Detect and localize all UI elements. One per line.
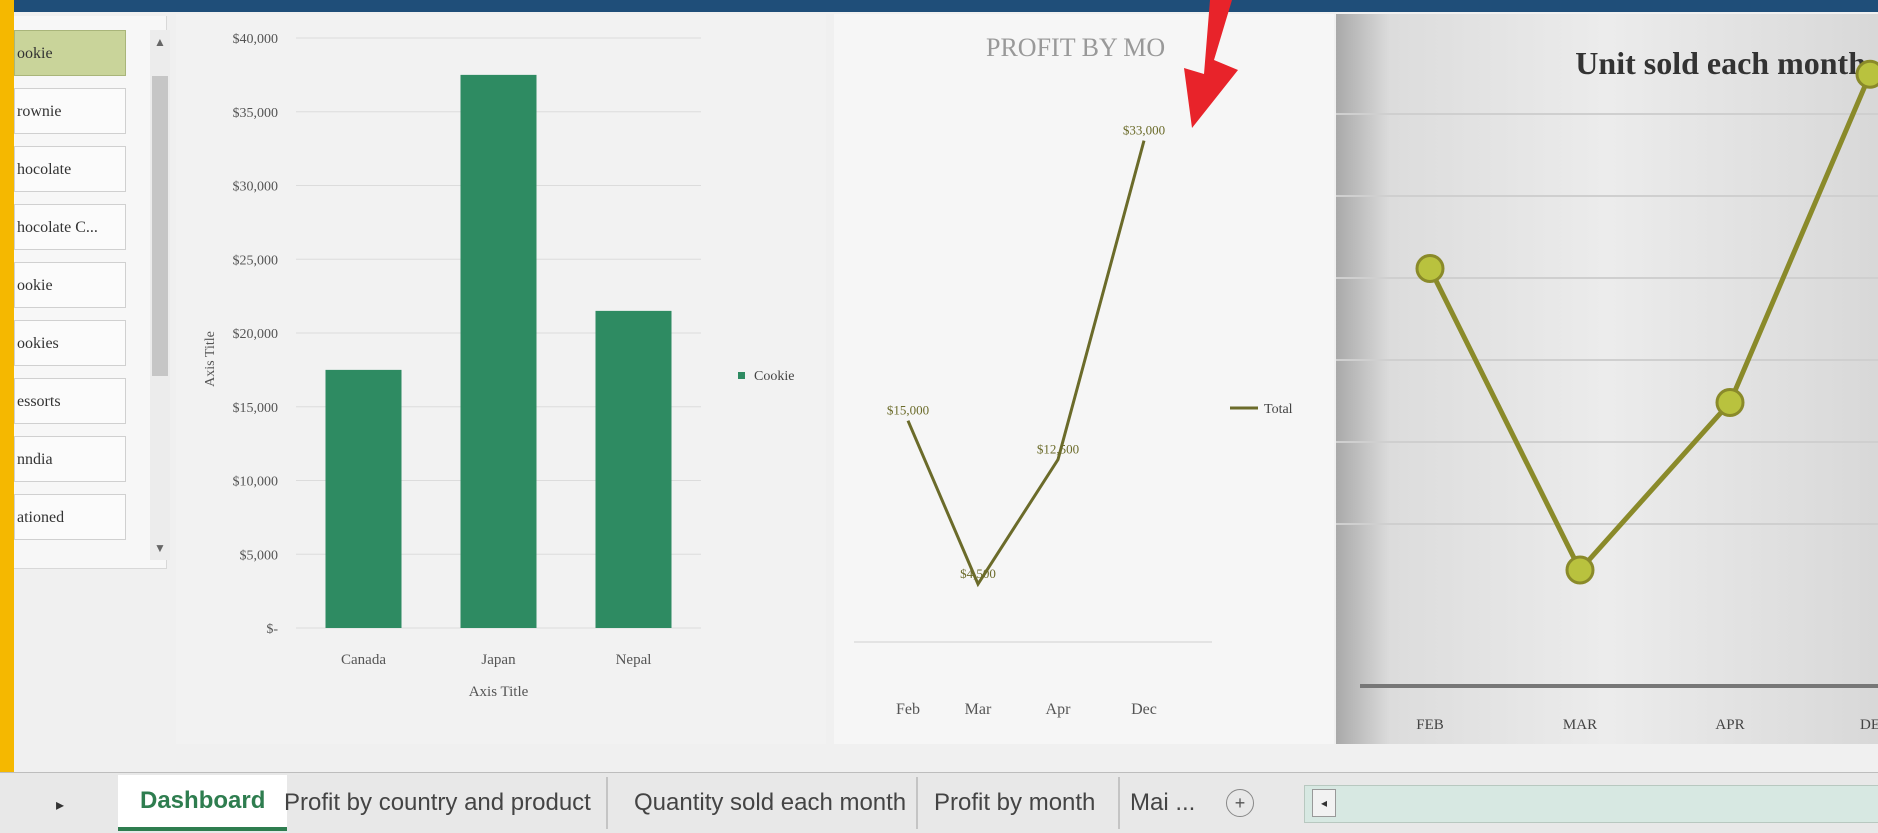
x-tick-label: Mar <box>965 701 992 718</box>
series-line <box>1427 73 1873 575</box>
y-tick-label: $25,000 <box>233 253 279 268</box>
x-tick-label: Feb <box>896 701 920 718</box>
data-point <box>1565 555 1595 585</box>
line-chart-svg: PROFIT BY MO $15,000 Feb $4,500 Mar $12,500 Ap… <box>854 33 1293 718</box>
x-tick-label: APR <box>1715 717 1744 733</box>
y-tick-label: $40,000 <box>233 32 279 47</box>
x-tick-label: Japan <box>481 652 516 668</box>
chart-title: PROFIT BY MO <box>986 33 1165 62</box>
data-label: $12,500 <box>1037 442 1079 457</box>
y-tick-label: $10,000 <box>233 475 279 490</box>
slicer-item[interactable]: rownie <box>14 88 126 134</box>
x-tick-label: MAR <box>1563 717 1597 733</box>
data-point <box>1415 254 1445 283</box>
data-point <box>1855 59 1878 89</box>
x-tick-label: Canada <box>341 652 386 668</box>
scroll-up-icon[interactable]: ▲ <box>150 30 170 54</box>
tab-profit-by-country[interactable]: Profit by country and product <box>284 777 608 829</box>
x-tick-label: Apr <box>1046 701 1072 718</box>
add-sheet-icon[interactable]: + <box>1226 789 1254 817</box>
tab-more[interactable]: Mai ... <box>1130 777 1195 829</box>
x-tick-label: Nepal <box>616 652 652 668</box>
y-tick-label: $30,000 <box>233 180 279 195</box>
profit-by-country-chart[interactable]: $40,000 $35,000 $30,000 $25,000 $20,000 $15,0… <box>176 14 826 744</box>
scroll-down-icon[interactable]: ▼ <box>150 536 170 560</box>
slicer-item[interactable]: ationed <box>14 494 126 540</box>
bar <box>595 310 672 628</box>
annotation-arrow-icon <box>1184 0 1238 128</box>
scroll-thumb[interactable] <box>152 76 168 376</box>
slicer-item[interactable]: ookies <box>14 320 126 366</box>
slicer-item[interactable]: nndia <box>14 436 126 482</box>
product-slicer: ookie rownie hocolate hocolate C... ookie ook… <box>14 16 170 569</box>
units-line-chart-svg: Unit sold each month FEB MAR APR DE <box>1336 45 1878 733</box>
y-tick-label: $15,000 <box>233 401 279 416</box>
profit-by-month-chart[interactable]: PROFIT BY MO $15,000 Feb $4,500 Mar $12,500 Ap… <box>834 14 1334 744</box>
data-label: $4,500 <box>960 566 996 581</box>
slicer-item[interactable]: ookie <box>14 262 126 308</box>
data-point <box>1715 388 1745 417</box>
x-tick-label: FEB <box>1416 717 1444 733</box>
legend-label: Cookie <box>754 369 794 384</box>
x-axis-title: Axis Title <box>469 684 529 700</box>
y-tick-label: $20,000 <box>233 327 279 342</box>
bar <box>460 74 537 628</box>
highlight-border <box>0 0 14 832</box>
tab-profit-by-month[interactable]: Profit by month <box>934 777 1120 829</box>
x-tick-label: DE <box>1860 717 1878 733</box>
legend-swatch <box>738 372 745 379</box>
y-axis-title: Axis Title <box>203 331 218 387</box>
y-tick-label: $- <box>266 622 278 637</box>
bar-chart-svg: $40,000 $35,000 $30,000 $25,000 $20,000 $15,0… <box>203 32 794 700</box>
units-sold-chart[interactable]: Unit sold each month FEB MAR APR DE <box>1336 14 1878 744</box>
title-bar <box>0 0 1878 12</box>
slicer-item[interactable]: ookie <box>14 30 126 76</box>
sheet-tab-bar: ▸ Dashboard Profit by country and produc… <box>0 772 1878 833</box>
bar <box>325 369 402 628</box>
scroll-left-icon[interactable]: ◂ <box>1312 789 1336 817</box>
data-label: $15,000 <box>887 403 929 418</box>
x-tick-label: Dec <box>1131 701 1157 718</box>
y-tick-label: $5,000 <box>240 548 279 563</box>
series-line <box>906 140 1146 588</box>
slicer-scrollbar[interactable]: ▲ ▼ <box>150 30 170 560</box>
legend-label: Total <box>1264 402 1293 417</box>
tab-nav-icon[interactable]: ▸ <box>20 783 100 829</box>
tab-dashboard[interactable]: Dashboard <box>118 775 288 831</box>
y-tick-label: $35,000 <box>233 106 279 121</box>
horizontal-scrollbar[interactable] <box>1304 785 1878 823</box>
slicer-item[interactable]: hocolate C... <box>14 204 126 250</box>
tab-quantity-sold[interactable]: Quantity sold each month <box>634 777 918 829</box>
chart-title: Unit sold each month <box>1575 45 1866 81</box>
slicer-item[interactable]: hocolate <box>14 146 126 192</box>
slicer-item[interactable]: essorts <box>14 378 126 424</box>
